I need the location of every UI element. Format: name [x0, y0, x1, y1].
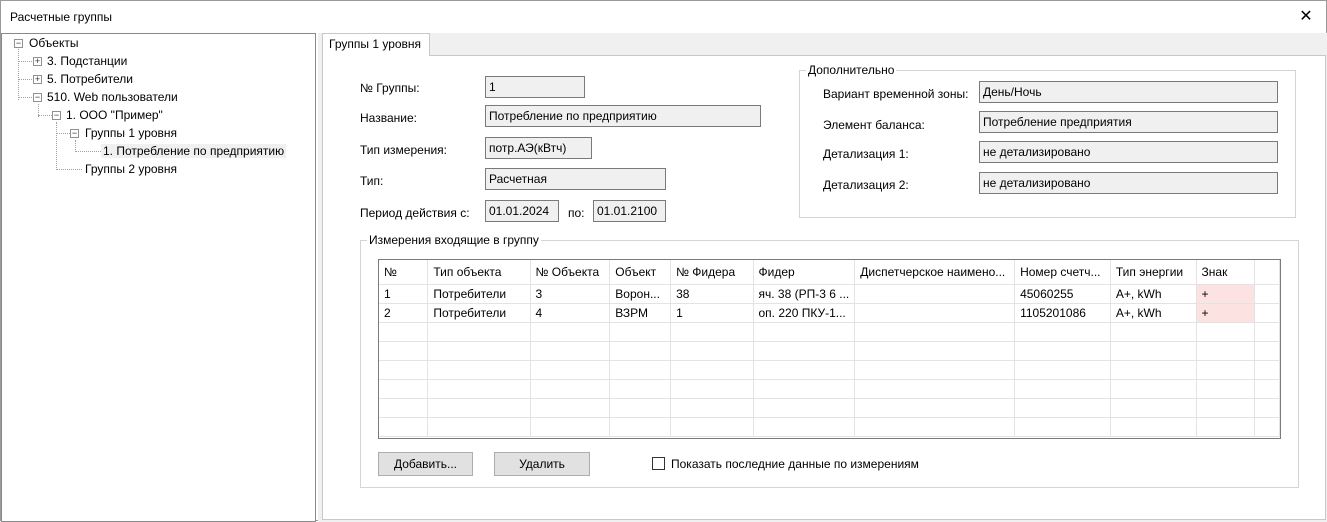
tree-node-consumers[interactable]: 5. Потребители: [45, 70, 135, 88]
empty-row: [379, 417, 1280, 437]
tree-collapse-icon-groups-level-1[interactable]: −: [70, 129, 79, 138]
measurement-type-label: Тип измерения:: [360, 143, 447, 157]
detail-1-label: Детализация 1:: [823, 147, 909, 161]
table-row[interactable]: 2 Потребители 4 ВЗРМ 1 оп. 220 ПКУ-1... …: [379, 303, 1280, 323]
time-zone-label: Вариант временной зоны:: [823, 87, 969, 101]
cell-dispatch-name: [854, 284, 1016, 304]
col-header-feeder-no[interactable]: № Фидера: [670, 260, 754, 285]
cell-object-no: 3: [530, 284, 611, 304]
cell-object: ВЗРМ: [609, 303, 672, 323]
cell-filler: [1254, 303, 1280, 323]
window-title: Расчетные группы: [10, 10, 112, 24]
cell-feeder: оп. 220 ПКУ-1...: [753, 303, 856, 323]
tree-node-objects[interactable]: Объекты: [27, 34, 81, 52]
cell-meter-no: 45060255: [1014, 284, 1111, 304]
group-no-field[interactable]: 1: [485, 76, 585, 98]
cell-no: 2: [379, 303, 429, 323]
tree-expand-icon-substations[interactable]: +: [33, 57, 42, 66]
name-field[interactable]: Потребление по предприятию: [485, 105, 761, 127]
table-row[interactable]: 1 Потребители 3 Ворон... 38 яч. 38 (РП-3…: [379, 284, 1280, 304]
additional-legend: Дополнительно: [808, 63, 895, 77]
detail-2-label: Детализация 2:: [823, 178, 909, 192]
measurements-legend: Измерения входящие в группу: [369, 233, 539, 247]
measurements-grid[interactable]: № Тип объекта № Объекта Объект № Фидера …: [378, 259, 1281, 439]
balance-element-label: Элемент баланса:: [823, 118, 925, 132]
col-header-no[interactable]: №: [379, 260, 429, 285]
details-area: Группы 1 уровня № Группы: 1 Название: По…: [318, 33, 1327, 522]
cell-sign[interactable]: +: [1196, 303, 1255, 323]
cell-feeder-no: 1: [670, 303, 754, 323]
cell-filler: [1254, 284, 1280, 304]
period-to-field[interactable]: 01.01.2100: [593, 200, 666, 222]
period-from-field[interactable]: 01.01.2024: [485, 200, 559, 222]
cell-meter-no: 1105201086: [1014, 303, 1111, 323]
name-label: Название:: [360, 111, 417, 125]
col-header-meter-no[interactable]: Номер счетч...: [1014, 260, 1111, 285]
cell-feeder: яч. 38 (РП-3 6 ...: [753, 284, 856, 304]
tree-node-substations[interactable]: 3. Подстанции: [45, 52, 129, 70]
type-field[interactable]: Расчетная: [485, 168, 666, 190]
dialog-window: Расчетные группы ✕ − Объекты + 3. Подста…: [0, 0, 1327, 522]
type-label: Тип:: [360, 174, 384, 188]
tree-node-consumption-group[interactable]: 1. Потребление по предприятию: [101, 142, 287, 160]
tree-node-groups-level-2[interactable]: Группы 2 уровня: [83, 160, 179, 178]
time-zone-field[interactable]: День/Ночь: [979, 81, 1278, 103]
empty-row: [379, 341, 1280, 361]
tree-expand-icon-consumers[interactable]: +: [33, 75, 42, 84]
cell-energy-type: A+, kWh: [1110, 284, 1197, 304]
cell-dispatch-name: [854, 303, 1016, 323]
period-to-label: по:: [568, 206, 585, 220]
cell-feeder-no: 38: [670, 284, 754, 304]
show-last-data-label[interactable]: Показать последние данные по измерениям: [671, 457, 919, 471]
empty-row: [379, 398, 1280, 418]
object-tree[interactable]: − Объекты + 3. Подстанции + 5. Потребите…: [1, 33, 316, 522]
cell-object-type: Потребители: [427, 303, 531, 323]
tree-collapse-icon-company[interactable]: −: [52, 111, 61, 120]
close-icon[interactable]: ✕: [1292, 3, 1320, 29]
cell-sign[interactable]: +: [1196, 284, 1255, 304]
tab-panel: № Группы: 1 Название: Потребление по пре…: [322, 55, 1326, 520]
cell-object: Ворон...: [609, 284, 672, 304]
col-header-object-no[interactable]: № Объекта: [530, 260, 611, 285]
tree-node-web-users[interactable]: 510. Web пользователи: [45, 88, 180, 106]
cell-energy-type: A+, kWh: [1110, 303, 1197, 323]
col-header-sign[interactable]: Знак: [1196, 260, 1255, 285]
col-header-energy-type[interactable]: Тип энергии: [1110, 260, 1197, 285]
empty-row: [379, 360, 1280, 380]
detail-2-field[interactable]: не детализировано: [979, 172, 1278, 194]
col-header-filler: [1254, 260, 1280, 285]
detail-1-field[interactable]: не детализировано: [979, 141, 1278, 163]
cell-object-no: 4: [530, 303, 611, 323]
measurements-table: № Тип объекта № Объекта Объект № Фидера …: [379, 260, 1280, 437]
grid-header-row: № Тип объекта № Объекта Объект № Фидера …: [379, 260, 1280, 285]
col-header-feeder[interactable]: Фидер: [753, 260, 856, 285]
col-header-object-type[interactable]: Тип объекта: [427, 260, 531, 285]
title-bar: Расчетные группы ✕: [1, 1, 1326, 32]
cell-object-type: Потребители: [427, 284, 531, 304]
empty-row: [379, 322, 1280, 342]
tree-collapse-icon-root[interactable]: −: [14, 39, 23, 48]
group-no-label: № Группы:: [360, 81, 420, 95]
delete-button[interactable]: Удалить: [494, 452, 590, 476]
tab-groups-level-1[interactable]: Группы 1 уровня: [322, 33, 430, 56]
col-header-object[interactable]: Объект: [609, 260, 672, 285]
show-last-data-checkbox[interactable]: [652, 457, 665, 470]
measurement-type-field[interactable]: потр.АЭ(кВтч): [485, 137, 592, 159]
empty-row: [379, 379, 1280, 399]
balance-element-field[interactable]: Потребление предприятия: [979, 111, 1278, 133]
tree-collapse-icon-web-users[interactable]: −: [33, 93, 42, 102]
add-button[interactable]: Добавить...: [378, 452, 473, 476]
tree-node-groups-level-1[interactable]: Группы 1 уровня: [83, 124, 179, 142]
tree-node-company[interactable]: 1. ООО "Пример": [64, 106, 165, 124]
period-from-label: Период действия с:: [360, 206, 470, 220]
col-header-dispatch-name[interactable]: Диспетчерское наимено...: [854, 260, 1016, 285]
cell-no: 1: [379, 284, 429, 304]
